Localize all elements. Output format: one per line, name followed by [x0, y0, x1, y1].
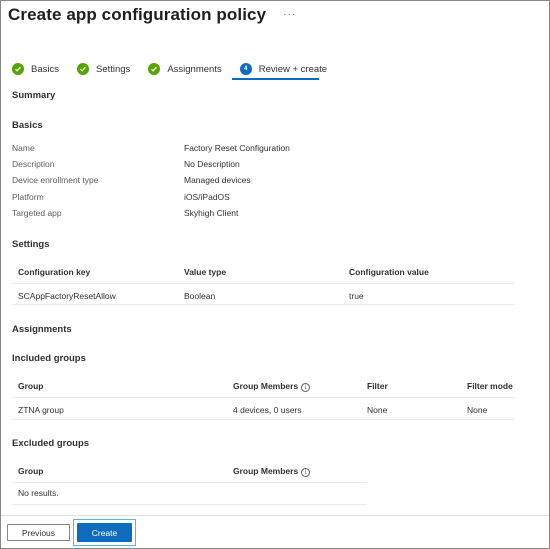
- included-cell-filter-mode: None: [467, 405, 488, 415]
- settings-cell-type: Boolean: [184, 291, 216, 301]
- tab-assignments[interactable]: Assignments: [148, 61, 222, 77]
- create-button[interactable]: Create: [77, 523, 132, 542]
- footer-divider: [1, 515, 549, 516]
- assignments-heading: Assignments: [12, 324, 72, 335]
- basics-value-targeted-app: Skyhigh Client: [184, 208, 239, 218]
- basics-label-platform: Platform: [12, 192, 44, 202]
- tab-label: Basics: [31, 63, 59, 75]
- previous-button[interactable]: Previous: [7, 524, 70, 541]
- check-icon: [148, 63, 161, 75]
- basics-label-enrollment: Device enrollment type: [12, 175, 99, 185]
- settings-cell-key: SCAppFactoryResetAllow: [18, 291, 116, 301]
- basics-label-name: Name: [12, 143, 35, 153]
- info-icon[interactable]: i: [301, 468, 311, 477]
- tab-label: Assignments: [167, 63, 222, 75]
- basics-value-enrollment: Managed devices: [184, 175, 251, 185]
- tab-basics[interactable]: Basics: [12, 61, 59, 77]
- excluded-col-members: Group Members i: [233, 466, 311, 477]
- excluded-empty-text: No results.: [18, 488, 59, 498]
- settings-heading: Settings: [12, 239, 50, 250]
- included-col-members-label: Group Members: [233, 381, 299, 391]
- step-number-badge: 4: [239, 63, 252, 75]
- settings-col-key: Configuration key: [18, 267, 91, 277]
- basics-value-name: Factory Reset Configuration: [184, 143, 290, 153]
- basics-label-targeted-app: Targeted app: [12, 208, 62, 218]
- more-options-icon[interactable]: ···: [283, 9, 296, 20]
- settings-col-type: Value type: [184, 267, 227, 277]
- check-icon: [76, 63, 89, 75]
- basics-value-platform: iOS/iPadOS: [184, 192, 230, 202]
- summary-heading: Summary: [12, 90, 56, 101]
- divider: [12, 304, 515, 305]
- page-title: Create app configuration policy: [8, 5, 267, 24]
- excluded-col-group: Group: [18, 466, 44, 476]
- included-groups-heading: Included groups: [12, 353, 86, 364]
- settings-col-value: Configuration value: [349, 267, 429, 277]
- included-col-filter: Filter: [367, 381, 388, 391]
- divider: [12, 504, 367, 505]
- wizard-panel: Create app configuration policy ··· Basi…: [0, 0, 550, 549]
- basics-label-description: Description: [12, 159, 55, 169]
- divider: [12, 482, 367, 483]
- tab-label: Settings: [95, 63, 131, 75]
- tab-settings[interactable]: Settings: [76, 61, 131, 77]
- tab-review-create[interactable]: 4 Review + create: [239, 61, 328, 77]
- divider: [12, 419, 515, 420]
- included-cell-group: ZTNA group: [18, 405, 64, 415]
- title-row: Create app configuration policy ···: [8, 5, 296, 25]
- excluded-groups-heading: Excluded groups: [12, 438, 90, 449]
- check-icon: [12, 63, 24, 75]
- basics-value-description: No Description: [184, 159, 240, 169]
- included-col-group: Group: [18, 381, 44, 391]
- included-col-filter-mode: Filter mode: [467, 381, 513, 391]
- included-col-members: Group Members i: [233, 381, 311, 392]
- tab-label: Review + create: [258, 63, 328, 75]
- active-tab-indicator: [232, 78, 319, 80]
- create-button-focus-ring: Create: [73, 519, 136, 546]
- info-icon[interactable]: i: [301, 383, 311, 392]
- divider: [12, 283, 515, 284]
- excluded-col-members-label: Group Members: [233, 466, 299, 476]
- settings-cell-value: true: [349, 291, 364, 301]
- divider: [12, 397, 515, 398]
- basics-heading: Basics: [12, 120, 43, 131]
- included-cell-filter: None: [367, 405, 388, 415]
- included-cell-members: 4 devices, 0 users: [233, 405, 302, 415]
